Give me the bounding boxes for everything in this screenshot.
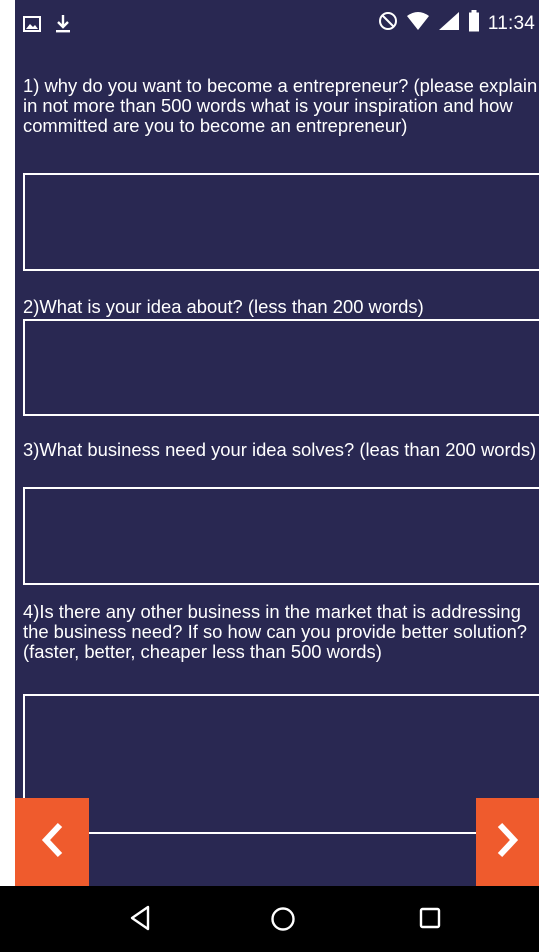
battery-icon (468, 10, 480, 37)
question-3-label: 3)What business need your idea solves? (… (23, 439, 537, 460)
wifi-icon (406, 11, 430, 36)
answer-4-field[interactable] (23, 694, 539, 834)
question-2-label: 2)What is your idea about? (less than 20… (23, 296, 424, 317)
system-navigation-bar (0, 886, 539, 952)
answer-2-field[interactable] (23, 319, 539, 416)
chevron-right-icon (495, 821, 521, 864)
form-screen: 11:34 1) why do you want to become a ent… (15, 0, 539, 952)
status-bar: 11:34 (15, 0, 539, 52)
question-list: 1) why do you want to become a entrepren… (23, 76, 539, 834)
home-icon[interactable] (270, 906, 296, 937)
answer-1-field[interactable] (23, 173, 539, 271)
download-icon (55, 14, 71, 39)
signal-icon (438, 11, 460, 36)
recents-icon[interactable] (419, 907, 441, 934)
back-icon[interactable] (129, 905, 151, 936)
answer-3-field[interactable] (23, 487, 539, 585)
image-icon (23, 16, 41, 37)
do-not-disturb-icon (378, 11, 398, 36)
previous-button[interactable] (15, 798, 89, 886)
clock: 11:34 (487, 12, 535, 34)
chevron-left-icon (39, 821, 65, 864)
question-1-label: 1) why do you want to become a entrepren… (23, 75, 538, 136)
next-button[interactable] (476, 798, 539, 886)
question-4-label: 4)Is there any other business in the mar… (23, 601, 528, 662)
